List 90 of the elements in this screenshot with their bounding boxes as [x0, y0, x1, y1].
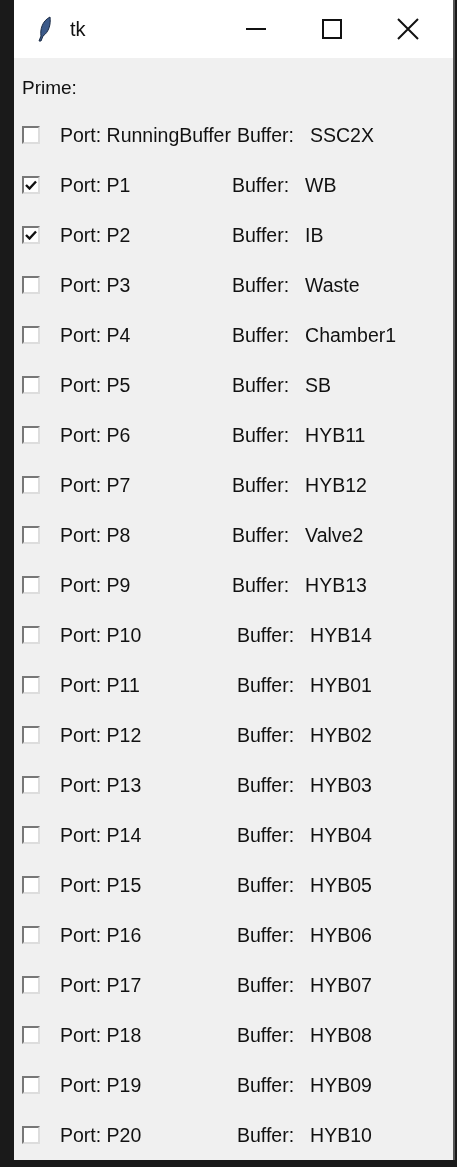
- port-label[interactable]: Port: P10: [60, 623, 231, 647]
- minimize-icon[interactable]: [246, 27, 266, 31]
- buffer-value: Waste: [305, 273, 360, 297]
- port-label[interactable]: Port: P12: [60, 723, 231, 747]
- buffer-value: HYB02: [310, 723, 372, 747]
- port-label[interactable]: Port: P11: [60, 673, 231, 697]
- close-icon[interactable]: [397, 18, 419, 40]
- checkbox[interactable]: [22, 926, 40, 944]
- port-label[interactable]: Port: P15: [60, 873, 231, 897]
- checkbox[interactable]: [22, 826, 40, 844]
- window-title: tk: [70, 17, 87, 41]
- buffer-label: Buffer:: [232, 473, 290, 497]
- port-label[interactable]: Port: P6: [60, 423, 226, 447]
- checkbox[interactable]: [22, 1126, 40, 1144]
- port-label[interactable]: Port: RunningBuffer: [60, 123, 231, 147]
- port-label[interactable]: Port: P20: [60, 1123, 231, 1147]
- buffer-value: HYB12: [305, 473, 367, 497]
- checkbox[interactable]: [22, 1076, 40, 1094]
- buffer-label: Buffer:: [237, 723, 295, 747]
- buffer-label: Buffer:: [237, 773, 295, 797]
- port-label[interactable]: Port: P3: [60, 273, 226, 297]
- checkbox[interactable]: [22, 576, 40, 594]
- checkbox[interactable]: [22, 976, 40, 994]
- buffer-label: Buffer:: [232, 573, 290, 597]
- port-label[interactable]: Port: P4: [60, 323, 226, 347]
- port-label[interactable]: Port: P17: [60, 973, 231, 997]
- buffer-label: Buffer:: [237, 673, 295, 697]
- buffer-label: Buffer:: [232, 523, 290, 547]
- port-label[interactable]: Port: P5: [60, 373, 226, 397]
- checkbox[interactable]: [22, 276, 40, 294]
- buffer-value: SSC2X: [310, 123, 374, 147]
- buffer-value: HYB14: [310, 623, 372, 647]
- checkbox[interactable]: [22, 426, 40, 444]
- buffer-value: HYB01: [310, 673, 372, 697]
- checkbox[interactable]: [22, 476, 40, 494]
- checkbox[interactable]: [22, 326, 40, 344]
- buffer-value: Valve2: [305, 523, 364, 547]
- maximize-icon[interactable]: [322, 19, 342, 39]
- checkbox[interactable]: [22, 376, 40, 394]
- buffer-label: Buffer:: [232, 423, 290, 447]
- checkbox[interactable]: [22, 726, 40, 744]
- checkbox[interactable]: [22, 1026, 40, 1044]
- checkbox[interactable]: [22, 126, 40, 144]
- buffer-label: Buffer:: [232, 323, 290, 347]
- prime-label: Prime:: [22, 76, 78, 100]
- checkbox[interactable]: [22, 226, 40, 244]
- port-label[interactable]: Port: P7: [60, 473, 226, 497]
- buffer-label: Buffer:: [236, 123, 294, 147]
- buffer-label: Buffer:: [237, 923, 295, 947]
- buffer-label: Buffer:: [237, 623, 295, 647]
- buffer-label: Buffer:: [232, 373, 290, 397]
- port-label[interactable]: Port: P9: [60, 573, 226, 597]
- buffer-label: Buffer:: [232, 173, 290, 197]
- checkbox[interactable]: [22, 176, 40, 194]
- buffer-label: Buffer:: [237, 1073, 295, 1097]
- buffer-value: HYB13: [305, 573, 367, 597]
- port-label[interactable]: Port: P1: [60, 173, 226, 197]
- buffer-value: Chamber1: [305, 323, 397, 347]
- checkbox[interactable]: [22, 676, 40, 694]
- buffer-value: HYB06: [310, 923, 372, 947]
- buffer-value: HYB07: [310, 973, 372, 997]
- checkbox[interactable]: [22, 526, 40, 544]
- buffer-value: IB: [305, 223, 324, 247]
- buffer-label: Buffer:: [237, 873, 295, 897]
- port-label[interactable]: Port: P13: [60, 773, 231, 797]
- buffer-label: Buffer:: [237, 1123, 295, 1147]
- port-label[interactable]: Port: P16: [60, 923, 231, 947]
- buffer-value: HYB10: [310, 1123, 372, 1147]
- port-label[interactable]: Port: P2: [60, 223, 226, 247]
- port-label[interactable]: Port: P14: [60, 823, 231, 847]
- buffer-value: SB: [305, 373, 332, 397]
- buffer-value: HYB04: [310, 823, 372, 847]
- checkbox[interactable]: [22, 626, 40, 644]
- buffer-value: HYB08: [310, 1023, 372, 1047]
- buffer-label: Buffer:: [237, 973, 295, 997]
- port-label[interactable]: Port: P19: [60, 1073, 231, 1097]
- buffer-value: HYB11: [305, 423, 366, 447]
- port-label[interactable]: Port: P18: [60, 1023, 231, 1047]
- buffer-value: HYB09: [310, 1073, 372, 1097]
- buffer-label: Buffer:: [237, 1023, 295, 1047]
- buffer-label: Buffer:: [232, 273, 290, 297]
- buffer-label: Buffer:: [237, 823, 295, 847]
- feather-icon: [38, 16, 52, 42]
- buffer-value: WB: [305, 173, 337, 197]
- buffer-value: HYB03: [310, 773, 372, 797]
- buffer-label: Buffer:: [232, 223, 290, 247]
- buffer-value: HYB05: [310, 873, 372, 897]
- checkbox[interactable]: [22, 776, 40, 794]
- port-label[interactable]: Port: P8: [60, 523, 226, 547]
- checkbox[interactable]: [22, 876, 40, 894]
